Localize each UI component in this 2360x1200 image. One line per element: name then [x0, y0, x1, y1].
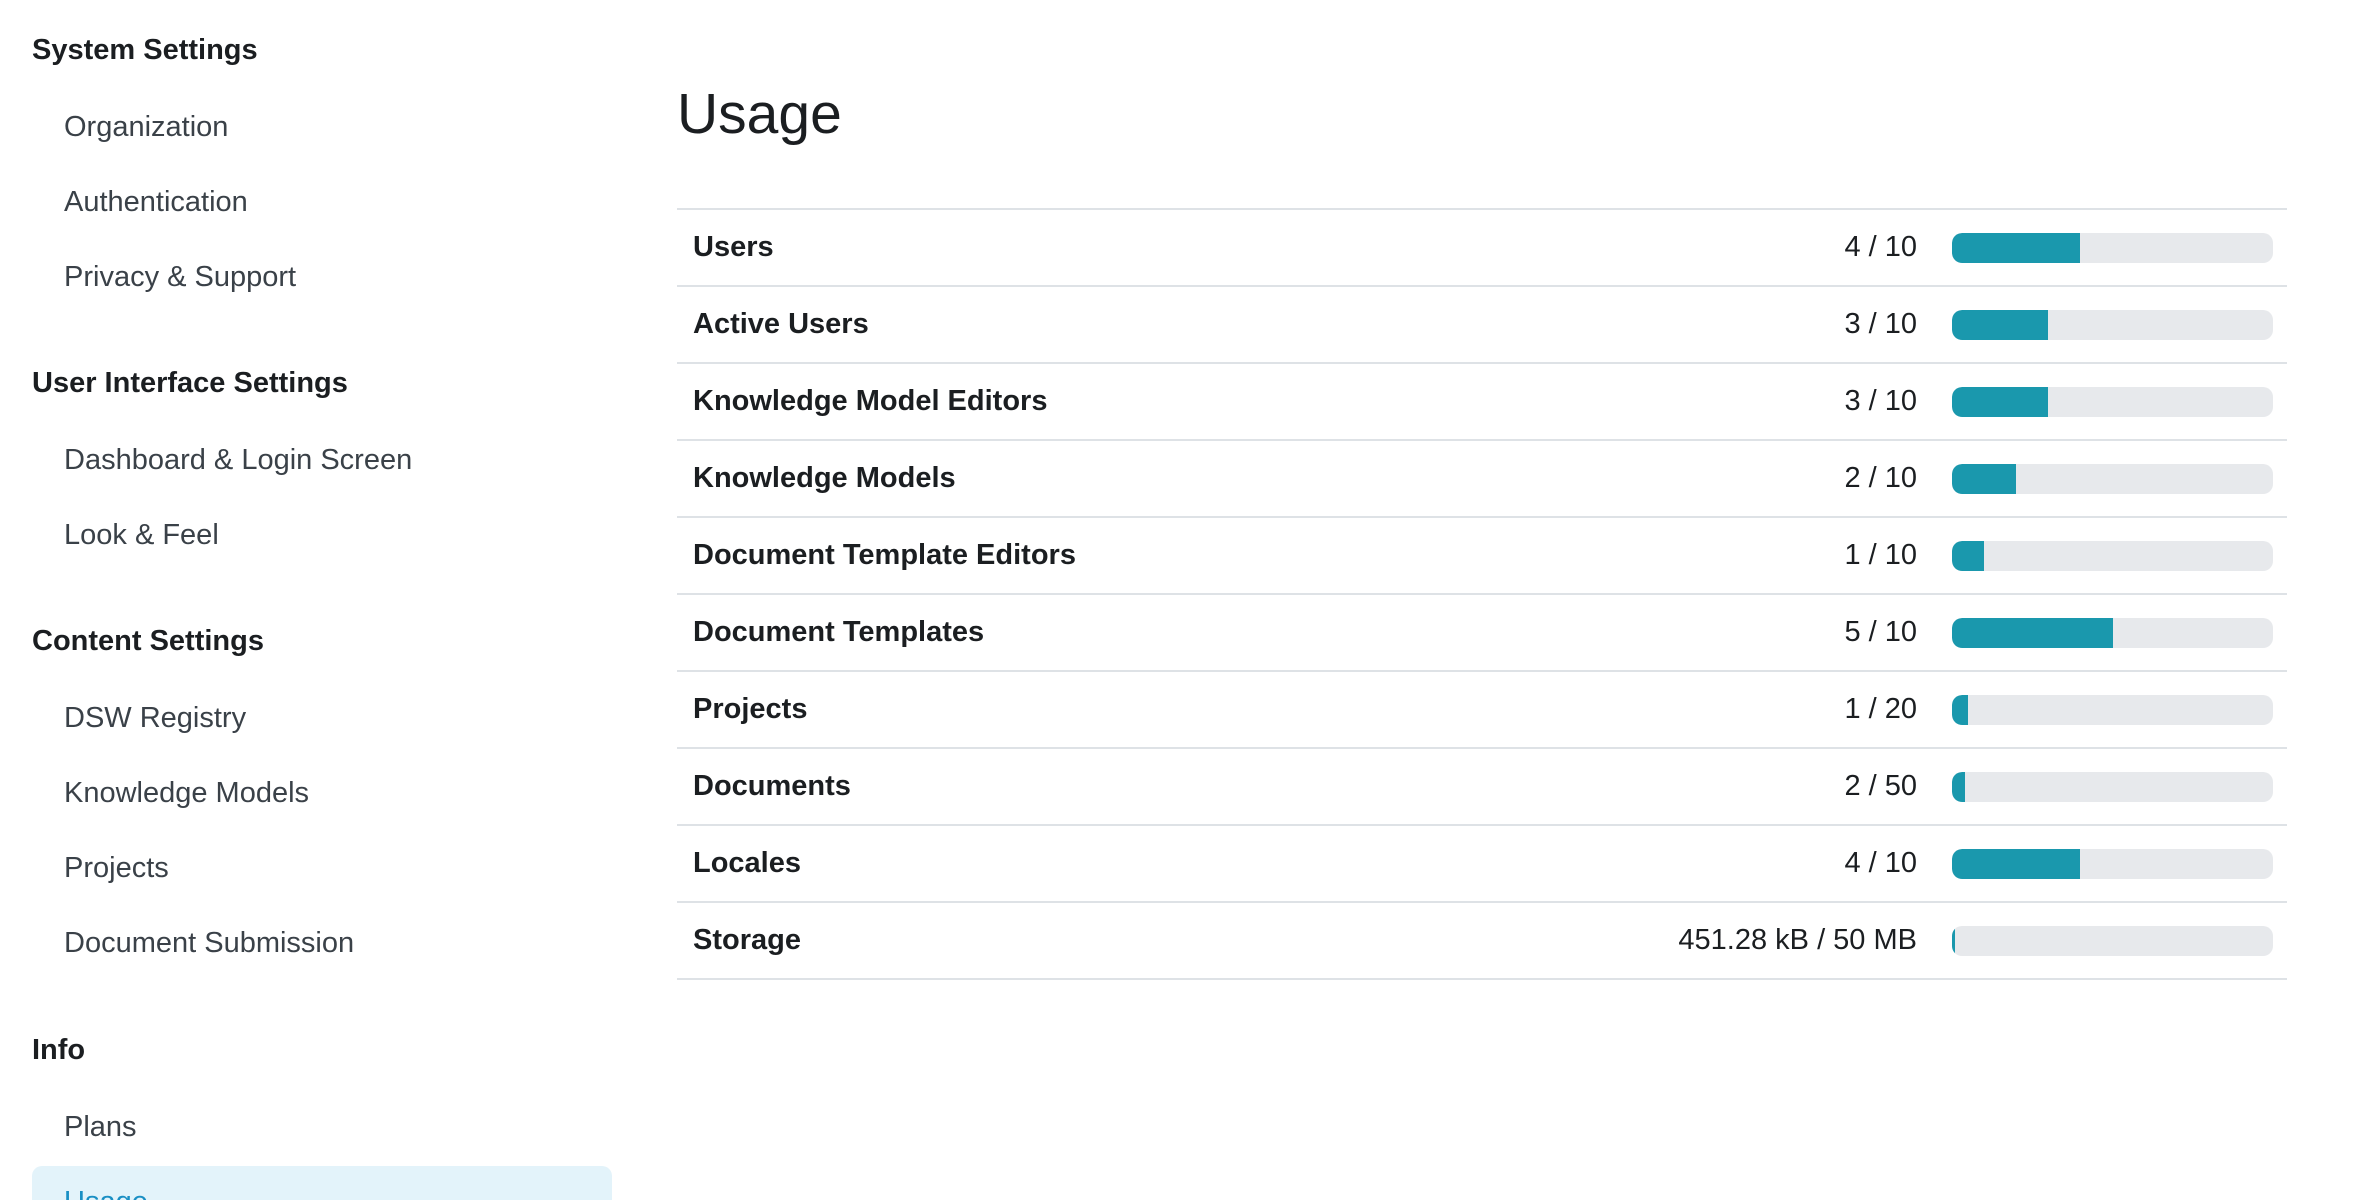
sidebar-item-usage[interactable]: Usage	[32, 1166, 612, 1200]
usage-row-value: 4 / 10	[1844, 231, 1917, 263]
usage-progress-fill	[1952, 926, 1955, 956]
usage-row-label: Storage	[693, 924, 801, 956]
usage-row-active-users: Active Users 3 / 10	[677, 287, 2287, 364]
usage-row-label: Documents	[693, 770, 851, 802]
usage-row-value: 2 / 10	[1844, 462, 1917, 494]
sidebar-item-document-submission[interactable]: Document Submission	[32, 914, 612, 972]
usage-progress-fill	[1952, 233, 2081, 263]
usage-row-projects: Projects 1 / 20	[677, 672, 2287, 749]
usage-row-value: 5 / 10	[1844, 616, 1917, 648]
usage-progress-bar	[1952, 618, 2273, 648]
usage-progress-fill	[1952, 310, 2049, 340]
sidebar-item-projects[interactable]: Projects	[32, 839, 612, 897]
usage-row-knowledge-model-editors: Knowledge Model Editors 3 / 10	[677, 364, 2287, 441]
usage-row-value: 3 / 10	[1844, 385, 1917, 417]
usage-row-documents: Documents 2 / 50	[677, 749, 2287, 826]
usage-progress-bar	[1952, 464, 2273, 494]
section-title-content-settings: Content Settings	[32, 625, 264, 657]
usage-row-value: 4 / 10	[1844, 847, 1917, 879]
section-title-system-settings: System Settings	[32, 34, 258, 66]
sidebar-item-knowledge-models[interactable]: Knowledge Models	[32, 764, 612, 822]
usage-progress-fill	[1952, 387, 2049, 417]
sidebar-item-dsw-registry[interactable]: DSW Registry	[32, 689, 612, 747]
usage-progress-fill	[1952, 541, 1985, 571]
sidebar-item-dashboard-login-screen[interactable]: Dashboard & Login Screen	[32, 431, 612, 489]
usage-progress-bar	[1952, 233, 2273, 263]
usage-progress-bar	[1952, 695, 2273, 725]
usage-progress-bar	[1952, 849, 2273, 879]
usage-row-value: 451.28 kB / 50 MB	[1678, 924, 1917, 956]
usage-row-document-template-editors: Document Template Editors 1 / 10	[677, 518, 2287, 595]
usage-progress-bar	[1952, 310, 2273, 340]
usage-row-knowledge-models: Knowledge Models 2 / 10	[677, 441, 2287, 518]
usage-row-label: Locales	[693, 847, 801, 879]
usage-row-storage: Storage 451.28 kB / 50 MB	[677, 903, 2287, 980]
sidebar-item-organization[interactable]: Organization	[32, 98, 612, 156]
usage-progress-bar	[1952, 387, 2273, 417]
section-title-info: Info	[32, 1034, 86, 1066]
usage-row-value: 1 / 20	[1844, 693, 1917, 725]
usage-settings-page: System Settings Organization Authenticat…	[0, 0, 2360, 1200]
usage-progress-fill	[1952, 772, 1965, 802]
usage-row-value: 3 / 10	[1844, 308, 1917, 340]
usage-row-label: Document Templates	[693, 616, 985, 648]
sidebar-item-plans[interactable]: Plans	[32, 1098, 612, 1156]
usage-progress-fill	[1952, 618, 2113, 648]
usage-progress-fill	[1952, 464, 2017, 494]
usage-row-label: Projects	[693, 693, 808, 725]
usage-row-label: Document Template Editors	[693, 539, 1076, 571]
usage-row-label: Users	[693, 231, 774, 263]
usage-row-value: 2 / 50	[1844, 770, 1917, 802]
usage-progress-bar	[1952, 772, 2273, 802]
usage-row-value: 1 / 10	[1844, 539, 1917, 571]
usage-row-locales: Locales 4 / 10	[677, 826, 2287, 903]
usage-progress-fill	[1952, 695, 1969, 725]
sidebar-item-privacy-support[interactable]: Privacy & Support	[32, 248, 612, 306]
usage-row-label: Knowledge Model Editors	[693, 385, 1048, 417]
usage-row-label: Active Users	[693, 308, 869, 340]
usage-progress-bar	[1952, 926, 2273, 956]
sidebar-item-look-feel[interactable]: Look & Feel	[32, 506, 612, 564]
usage-progress-bar	[1952, 541, 2273, 571]
usage-row-users: Users 4 / 10	[677, 210, 2287, 287]
section-title-user-interface-settings: User Interface Settings	[32, 367, 348, 399]
page-title: Usage	[677, 82, 842, 146]
usage-row-label: Knowledge Models	[693, 462, 956, 494]
sidebar-item-authentication[interactable]: Authentication	[32, 173, 612, 231]
usage-progress-fill	[1952, 849, 2081, 879]
usage-row-document-templates: Document Templates 5 / 10	[677, 595, 2287, 672]
usage-table: Users 4 / 10 Active Users 3 / 10 Knowled…	[677, 208, 2287, 980]
